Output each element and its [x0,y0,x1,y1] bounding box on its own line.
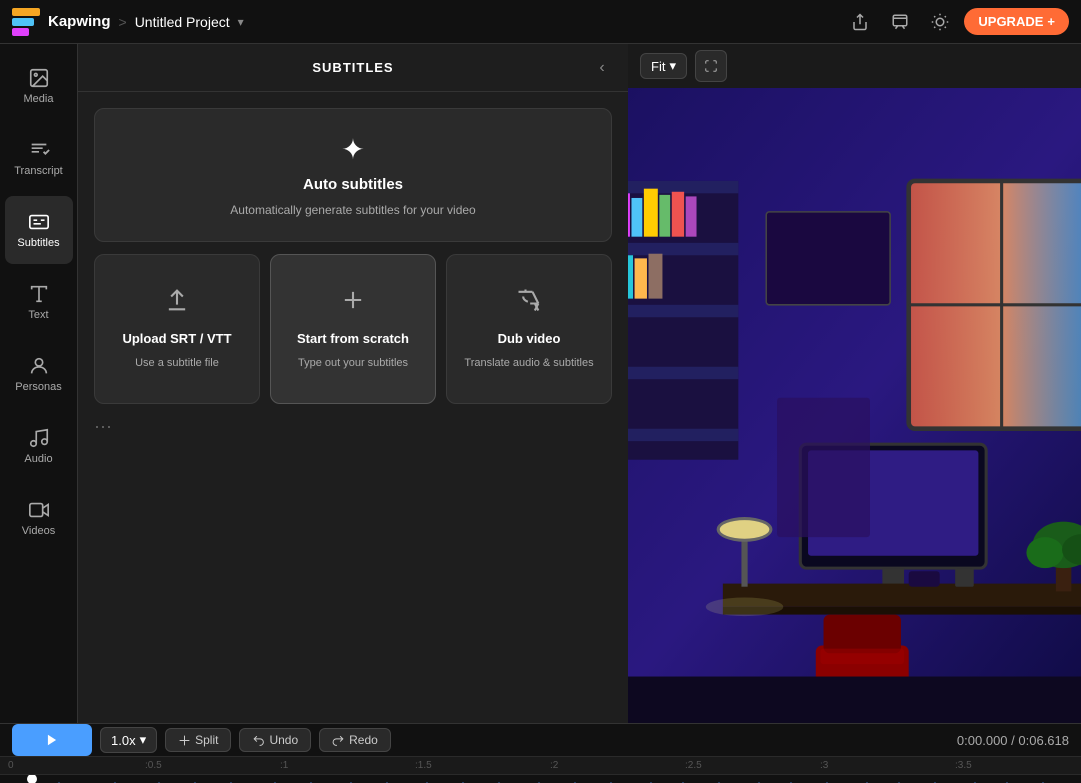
sidebar-item-audio[interactable]: Audio [5,412,73,480]
plus-icon [339,286,367,321]
subtitles-panel: SUBTITLES ‹ ✦ Auto subtitles Automatical… [78,44,628,723]
panel-header: SUBTITLES ‹ [78,44,628,92]
ruler-tick-3.5: :3.5 [955,760,972,771]
project-dropdown-icon[interactable]: ▾ [238,15,244,29]
brightness-icon[interactable] [924,6,956,38]
dub-video-card[interactable]: Dub video Translate audio & subtitles [446,254,612,404]
preview-toolbar: Fit ▾ [628,44,1081,88]
redo-icon [332,734,345,747]
video-frame [628,88,1081,723]
sidebar-item-videos[interactable]: Videos [5,484,73,552]
sidebar-label-transcript: Transcript [14,165,63,177]
breadcrumb-sep: > [119,14,127,30]
main-layout: Media Transcript Subtitles Text [0,44,1081,723]
upload-srt-card[interactable]: Upload SRT / VTT Use a subtitle file [94,254,260,404]
sidebar-item-media[interactable]: Media [5,52,73,120]
panel-collapse-button[interactable]: ‹ [588,54,616,82]
play-button[interactable] [12,724,92,756]
sidebar: Media Transcript Subtitles Text [0,44,78,723]
transcript-icon [28,139,50,161]
sidebar-label-personas: Personas [15,381,61,393]
upload-srt-title: Upload SRT / VTT [122,331,231,346]
undo-button[interactable]: Undo [239,728,311,752]
sidebar-item-text[interactable]: Text [5,268,73,336]
play-icon [45,733,59,747]
media-icon [28,67,50,89]
text-icon [28,283,50,305]
split-button[interactable]: Split [165,728,231,752]
upload-icon [163,286,191,321]
ruler-tick-0: 0 [8,760,14,771]
sidebar-item-transcript[interactable]: Transcript [5,124,73,192]
audio-icon [28,427,50,449]
kapwing-logo [12,8,40,36]
playback-speed-button[interactable]: 1.0x ▾ [100,727,157,753]
sidebar-label-subtitles: Subtitles [17,237,59,249]
timeline-track[interactable] [0,775,1081,783]
sidebar-label-audio: Audio [24,453,52,465]
timeline[interactable]: 0 :0.5 :1 :1.5 :2 :2.5 :3 :3.5 [0,756,1081,783]
fullscreen-icon[interactable] [695,50,727,82]
ruler-tick-1.5: :1.5 [415,760,432,771]
ruler-tick-2.5: :2.5 [685,760,702,771]
translate-icon [515,286,543,321]
start-from-scratch-card[interactable]: Start from scratch Type out your subtitl… [270,254,436,404]
comments-icon[interactable] [884,6,916,38]
fit-dropdown[interactable]: Fit ▾ [640,53,687,79]
sparkle-icon: ✦ [341,133,364,166]
undo-icon [252,734,265,747]
topbar: Kapwing > Untitled Project ▾ UPGRADE + [0,0,1081,44]
bottombar: 1.0x ▾ Split Undo Redo 0:00.000 / 0:06.6… [0,723,1081,783]
project-title[interactable]: Untitled Project [135,14,230,30]
auto-subtitles-desc: Automatically generate subtitles for you… [230,203,475,217]
sidebar-item-subtitles[interactable]: Subtitles [5,196,73,264]
panel-title: SUBTITLES [312,60,393,75]
video-scene-svg [628,88,1081,723]
subtitles-icon [28,211,50,233]
ruler-tick-3: :3 [820,760,828,771]
auto-subtitles-card[interactable]: ✦ Auto subtitles Automatically generate … [94,108,612,242]
dub-video-title: Dub video [498,331,561,346]
auto-subtitles-title: Auto subtitles [303,176,403,193]
start-scratch-title: Start from scratch [297,331,409,346]
split-icon [178,734,191,747]
upgrade-button[interactable]: UPGRADE + [964,8,1069,35]
redo-button[interactable]: Redo [319,728,391,752]
playback-controls: 1.0x ▾ Split Undo Redo 0:00.000 / 0:06.6… [0,724,1081,756]
start-scratch-desc: Type out your subtitles [298,356,408,371]
preview-canvas [628,88,1081,723]
share-icon[interactable] [844,6,876,38]
timecode-display: 0:00.000 / 0:06.618 [957,733,1069,748]
panel-content: ✦ Auto subtitles Automatically generate … [78,92,628,723]
brand-name[interactable]: Kapwing [48,13,111,30]
sidebar-label-text: Text [28,309,48,321]
dub-video-desc: Translate audio & subtitles [464,356,593,371]
ruler-tick-1: :1 [280,760,288,771]
sidebar-label-videos: Videos [22,525,55,537]
personas-icon [28,355,50,377]
audio-waveform [0,775,1081,783]
sidebar-label-media: Media [24,93,54,105]
more-options-icon[interactable]: ··· [94,416,112,437]
preview-area: Fit ▾ [628,44,1081,723]
videos-icon [28,499,50,521]
ruler-tick-0.5: :0.5 [145,760,162,771]
upload-srt-desc: Use a subtitle file [135,356,219,371]
ruler-tick-2: :2 [550,760,558,771]
sidebar-item-personas[interactable]: Personas [5,340,73,408]
option-cards-row: Upload SRT / VTT Use a subtitle file Sta… [94,254,612,404]
